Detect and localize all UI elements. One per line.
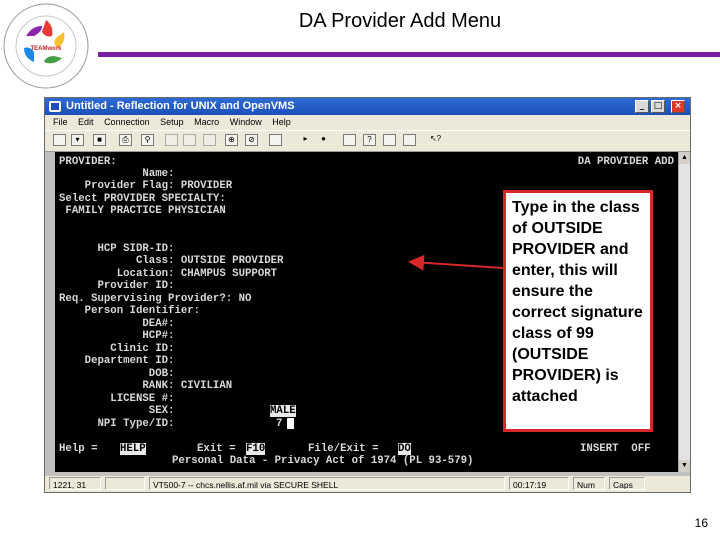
status-icons	[105, 477, 145, 490]
num-lock-indicator: Num	[573, 477, 605, 490]
maximize-button[interactable]: □	[651, 100, 665, 113]
caps-lock-indicator: Caps	[609, 477, 645, 490]
footer-help-label: Help =	[59, 443, 98, 455]
terminal-line: Class: OUTSIDE PROVIDER	[59, 255, 284, 267]
menu-edit[interactable]: Edit	[78, 117, 94, 127]
terminal-line: Provider ID:	[59, 280, 175, 292]
play-icon[interactable]: ▸	[299, 134, 312, 146]
terminal-line: Person Identifier:	[59, 305, 201, 317]
footer-insert-status: INSERT OFF	[580, 443, 651, 455]
terminal-line: SEX:	[59, 405, 175, 417]
scroll-down-icon[interactable]: ▼	[679, 460, 690, 472]
title-divider	[98, 52, 720, 57]
connection-status: VT500-7 -- chcs.nellis.af.mil via SECURE…	[149, 477, 505, 490]
toolbar: ▾ ■ ⎙ ⚲ ⊕ ⊘ ▸ ● ? ↖?	[45, 130, 690, 152]
instruction-callout: Type in the class of OUTSIDE PROVIDER an…	[503, 190, 653, 432]
privacy-notice: Personal Data - Privacy Act of 1974 (PL …	[172, 455, 474, 467]
footer-help-key: HELP	[120, 443, 146, 455]
terminal-line: LICENSE #:	[59, 393, 175, 405]
context-help-icon[interactable]: ↖?	[429, 134, 442, 146]
terminal-line: Department ID:	[59, 355, 175, 367]
menu-macro[interactable]: Macro	[194, 117, 219, 127]
terminal-line: DOB:	[59, 368, 175, 380]
terminal-line: Req. Supervising Provider?: NO	[59, 293, 252, 305]
terminal-line: NPI Type/ID:	[59, 418, 175, 430]
terminal-header-right: DA PROVIDER ADD	[577, 156, 674, 168]
svg-text:TEAMwork: TEAMwork	[30, 46, 62, 52]
macro-edit-icon[interactable]	[343, 134, 356, 146]
terminal-line: HCP#:	[59, 330, 175, 342]
footer-exit-key: F10	[246, 443, 266, 455]
print-icon[interactable]: ⎙	[119, 134, 132, 146]
terminal-line: RANK: CIVILIAN	[59, 380, 233, 392]
menu-connection[interactable]: Connection	[104, 117, 150, 127]
conference-logo: TEAMwork	[2, 2, 90, 90]
footer-fileexit-label: File/Exit =	[308, 443, 379, 455]
terminal-line: DEA#:	[59, 318, 175, 330]
footer-exit-label: Exit =	[197, 443, 236, 455]
keyboard-icon[interactable]	[383, 134, 396, 146]
minimize-button[interactable]: _	[635, 100, 649, 113]
terminal-line: Name:	[59, 168, 175, 180]
page-number: 16	[694, 516, 708, 530]
record-icon[interactable]: ●	[317, 134, 330, 146]
copy-icon[interactable]	[165, 134, 178, 146]
close-button[interactable]: ×	[671, 100, 685, 113]
terminal-line: FAMILY PRACTICE PHYSICIAN	[59, 205, 226, 217]
open-folder-icon[interactable]: ▾	[71, 134, 84, 146]
terminal-line: Location: CHAMPUS SUPPORT	[59, 268, 278, 280]
scroll-up-icon[interactable]: ▲	[679, 152, 690, 164]
window-title: Untitled - Reflection for UNIX and OpenV…	[66, 100, 295, 112]
npi-field-value[interactable]: 7	[276, 418, 282, 430]
settings-icon[interactable]	[269, 134, 282, 146]
terminal-line: Select PROVIDER SPECIALTY:	[59, 193, 226, 205]
menu-bar: File Edit Connection Setup Macro Window …	[45, 115, 690, 130]
terminal-line: HCP SIDR-ID:	[59, 243, 175, 255]
sex-field-value[interactable]: MALE	[270, 405, 296, 417]
session-timer: 00:17:19	[509, 477, 569, 490]
menu-file[interactable]: File	[53, 117, 68, 127]
window-titlebar[interactable]: Untitled - Reflection for UNIX and OpenV…	[45, 98, 690, 115]
text-cursor	[287, 418, 294, 429]
app-icon	[49, 101, 61, 112]
cursor-position: 1221, 31	[49, 477, 101, 490]
footer-fileexit-key: DO	[398, 443, 411, 455]
disconnect-icon[interactable]: ⊘	[245, 134, 258, 146]
connect-icon[interactable]: ⊕	[225, 134, 238, 146]
slide-title: DA Provider Add Menu	[298, 10, 502, 32]
cut-icon[interactable]	[203, 134, 216, 146]
status-bar: 1221, 31 VT500-7 -- chcs.nellis.af.mil v…	[45, 476, 690, 492]
new-file-icon[interactable]	[53, 134, 66, 146]
vertical-scrollbar[interactable]: ▲ ▼	[678, 152, 690, 472]
menu-setup[interactable]: Setup	[160, 117, 184, 127]
save-icon[interactable]: ■	[93, 134, 106, 146]
find-icon[interactable]: ⚲	[141, 134, 154, 146]
menu-help[interactable]: Help	[272, 117, 291, 127]
terminal-header-left: PROVIDER:	[59, 156, 117, 168]
paste-icon[interactable]	[183, 134, 196, 146]
terminal-line: Provider Flag: PROVIDER	[59, 180, 233, 192]
macro-run-icon[interactable]: ?	[363, 134, 376, 146]
menu-window[interactable]: Window	[230, 117, 262, 127]
hotspot-icon[interactable]	[403, 134, 416, 146]
terminal-line: Clinic ID:	[59, 343, 175, 355]
